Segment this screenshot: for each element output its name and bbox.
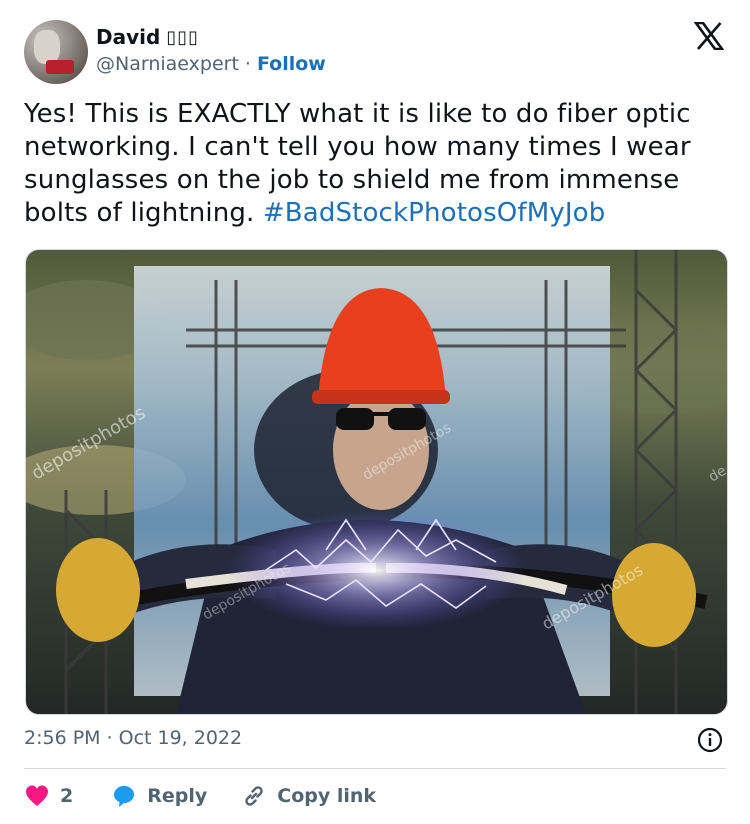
x-logo-icon[interactable] [694,22,724,50]
photo-illustration: depositphotos depositphotos depositphoto… [26,250,727,714]
action-bar: 2 Reply Copy link [24,779,376,813]
author-name-row[interactable]: David ▯▯▯ [96,24,199,50]
reply-bubble-icon [114,786,135,807]
avatar-figure [34,30,60,64]
handle-row: @Narniaexpert · Follow [96,52,326,76]
avatar-label [46,60,74,74]
link-icon [245,786,263,806]
like-button[interactable]: 2 [24,783,73,809]
reply-button[interactable]: Reply [111,783,207,809]
info-icon[interactable] [697,727,723,753]
display-name[interactable]: David [96,24,160,50]
heart-icon [26,785,48,806]
name-emoji-glyphs: ▯▯▯ [166,26,200,48]
tweet-time: 2:56 PM [24,727,101,749]
follow-button[interactable]: Follow [257,52,326,76]
avatar[interactable] [24,20,88,84]
handle[interactable]: @Narniaexpert [96,52,239,76]
hashtag-link[interactable]: #BadStockPhotosOfMyJob [263,198,606,228]
tweet-date: Oct 19, 2022 [118,727,243,749]
copy-link-button[interactable]: Copy link [241,783,376,809]
tweet-text: Yes! This is EXACTLY what it is like to … [24,98,730,230]
timestamp-separator: · [106,727,113,749]
reply-label: Reply [147,785,208,807]
like-count: 2 [60,785,74,807]
tweet-photo[interactable]: depositphotos depositphotos depositphoto… [25,249,728,715]
watermark-text-cut: de [706,463,727,486]
copy-link-label: Copy link [277,785,377,807]
handle-separator: · [244,53,251,75]
divider [24,768,726,769]
tweet-timestamp[interactable]: 2:56 PM · Oct 19, 2022 [24,727,242,749]
